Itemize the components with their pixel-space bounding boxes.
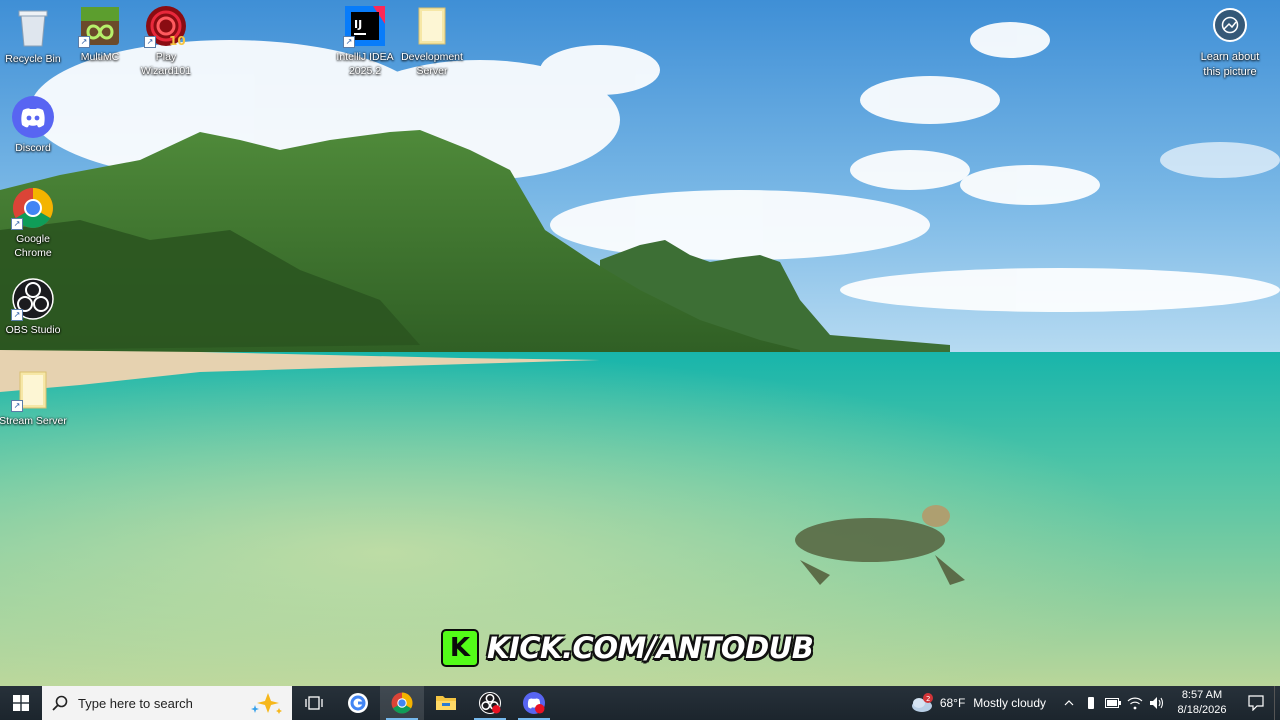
desktop-icon-label: Recycle Bin (5, 53, 61, 65)
start-button[interactable] (0, 686, 42, 720)
shortcut-arrow-icon: ↗ (11, 309, 23, 321)
network-tray-icon[interactable] (1124, 686, 1146, 720)
cloud-icon: 2 (911, 693, 933, 712)
clock[interactable]: 8:57 AM 8/18/2026 (1174, 688, 1230, 718)
desktop-icon-label: IntelliJ IDEA 2025.2 (336, 51, 394, 77)
taskbar-app-google-assistant[interactable] (336, 686, 380, 720)
shortcut-arrow-icon: ↗ (11, 400, 23, 412)
search-box[interactable]: Type here to search (42, 686, 292, 720)
desktop-icon-google-chrome[interactable]: ↗ Google Chrome (0, 186, 69, 260)
desktop-icon-intellij-idea[interactable]: IJ ↗ IntelliJ IDEA 2025.2 (329, 4, 401, 78)
weather-badge: 2 (926, 695, 930, 703)
clock-time: 8:57 AM (1181, 689, 1223, 701)
taskbar-app-google-chrome[interactable] (380, 686, 424, 720)
desktop-wallpaper (0, 0, 1280, 686)
weather-temp: 68°F (939, 696, 966, 710)
desktop-icon-stream-server[interactable]: ↗ Stream Server (0, 368, 69, 428)
chevron-up-icon (1064, 700, 1074, 706)
desktop-icon-label: MultiMC (80, 51, 120, 63)
chrome-icon: ↗ (11, 186, 55, 230)
multimc-icon: ↗ (78, 4, 122, 48)
obs-studio-icon (479, 692, 501, 714)
desktop-icon-multimc[interactable]: ↗ MultiMC (64, 4, 136, 64)
google-assistant-icon (348, 693, 368, 713)
desktop-icon-obs-studio[interactable]: ↗ OBS Studio (0, 277, 69, 337)
folder-icon (436, 696, 456, 710)
task-view-button[interactable] (292, 686, 336, 720)
recycle-bin-icon (11, 6, 55, 50)
taskbar-app-obs-studio[interactable] (468, 686, 512, 720)
camera-icon (1213, 8, 1247, 42)
usb-device-tray-icon[interactable] (1080, 686, 1102, 720)
desktop-icon-recycle-bin[interactable]: Recycle Bin (0, 6, 69, 66)
desktop-icon-wizard101[interactable]: 101 ↗ Play Wizard101 (130, 4, 202, 78)
desktop-icon-label: Stream Server (0, 415, 67, 427)
speaker-icon (1150, 697, 1164, 709)
task-view-icon (305, 696, 323, 710)
folder-icon (410, 4, 454, 48)
discord-icon (11, 95, 55, 139)
svg-text:IJ: IJ (354, 18, 362, 31)
copilot-sparkle-icon (251, 693, 282, 714)
search-placeholder: Type here to search (78, 695, 193, 711)
discord-icon (523, 692, 545, 714)
battery-tray-icon[interactable] (1102, 686, 1124, 720)
system-tray: 2 68°F Mostly cloudy 8:57 AM 8/18/2026 (910, 686, 1280, 720)
desktop-icon-label: Play Wizard101 (140, 51, 192, 77)
search-icon (52, 695, 68, 711)
weather-widget[interactable]: 2 68°F Mostly cloudy (910, 693, 1046, 713)
folder-icon: ↗ (11, 368, 55, 412)
shortcut-arrow-icon: ↗ (78, 36, 90, 48)
desktop-icon-label: Discord (15, 142, 51, 154)
windows-logo-icon (13, 695, 29, 711)
notification-center-button[interactable] (1238, 686, 1274, 720)
taskbar-app-file-explorer[interactable] (424, 686, 468, 720)
desktop-icon-label: Google Chrome (14, 233, 52, 259)
show-hidden-icons-button[interactable] (1058, 686, 1080, 720)
shortcut-arrow-icon: ↗ (144, 36, 156, 48)
show-desktop-button[interactable] (1274, 686, 1280, 720)
kick-logo-letter: K (449, 633, 471, 663)
intellij-idea-icon: IJ ↗ (343, 4, 387, 48)
learn-about-picture[interactable]: Learn about this picture (1190, 8, 1270, 80)
desktop-icon-label: Development Server (401, 51, 463, 77)
svg-text:101: 101 (169, 34, 187, 47)
shortcut-arrow-icon: ↗ (11, 218, 23, 230)
wifi-icon (1127, 697, 1143, 710)
usb-drive-icon (1088, 697, 1094, 709)
desktop-icon-discord[interactable]: Discord (0, 95, 69, 155)
desktop-icon-development-server[interactable]: Development Server (396, 4, 468, 78)
kick-url: KICK.COM/ANTODUB (487, 631, 814, 665)
taskbar-app-discord[interactable] (512, 686, 556, 720)
taskbar: Type here to search 2 68°F Mostly cloudy… (0, 686, 1280, 720)
clock-date: 8/18/2026 (1177, 704, 1227, 716)
kick-logo-icon: K (441, 629, 479, 667)
notification-icon (1248, 695, 1264, 711)
kick-overlay: K KICK.COM/ANTODUB (441, 628, 814, 668)
obs-studio-icon: ↗ (11, 277, 55, 321)
shortcut-arrow-icon: ↗ (343, 36, 355, 48)
volume-tray-icon[interactable] (1146, 686, 1168, 720)
chrome-icon (391, 692, 413, 714)
desktop-icon-label: OBS Studio (5, 324, 61, 336)
weather-condition: Mostly cloudy (973, 696, 1046, 710)
battery-icon (1105, 698, 1121, 708)
learn-about-label: Learn about this picture (1200, 51, 1260, 78)
wizard101-icon: 101 ↗ (144, 4, 188, 48)
